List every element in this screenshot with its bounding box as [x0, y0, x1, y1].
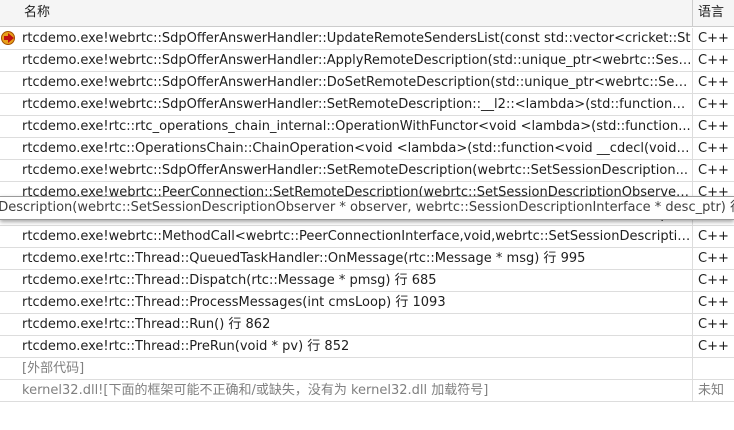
frame-gutter [0, 50, 18, 71]
frame-gutter [0, 226, 18, 247]
frame-language: C++ [692, 160, 734, 181]
frame-name: rtcdemo.exe!rtc::Thread::QueuedTaskHandl… [22, 251, 586, 266]
frame-language: C++ [692, 138, 734, 159]
frame-name: [外部代码] [22, 361, 85, 376]
stack-frame-row[interactable]: rtcdemo.exe!rtc::Thread::QueuedTaskHandl… [0, 248, 734, 270]
stack-frame-row[interactable]: rtcdemo.exe!rtc::Thread::Dispatch(rtc::M… [0, 270, 734, 292]
frame-language: C++ [692, 94, 734, 115]
frame-name: rtcdemo.exe!webrtc::SdpOfferAnswerHandle… [22, 75, 692, 90]
frame-language: C++ [692, 336, 734, 357]
stack-frame-row[interactable]: rtcdemo.exe!webrtc::SdpOfferAnswerHandle… [0, 160, 734, 182]
frame-gutter [0, 94, 18, 115]
column-header-language[interactable]: 语言 [692, 0, 734, 26]
frame-name: rtcdemo.exe!rtc::Thread::Dispatch(rtc::M… [22, 273, 437, 288]
frame-tooltip: eDescription(webrtc::SetSessionDescripti… [0, 196, 734, 220]
frame-language [692, 358, 734, 379]
stack-frame-row[interactable]: rtcdemo.exe!rtc::Thread::PreRun(void * p… [0, 336, 734, 358]
stack-frame-row[interactable]: rtcdemo.exe!webrtc::MethodCall<webrtc::P… [0, 226, 734, 248]
stack-frame-row[interactable]: rtcdemo.exe!rtc::OperationsChain::ChainO… [0, 138, 734, 160]
frame-language: C++ [692, 314, 734, 335]
frame-name: rtcdemo.exe!rtc::Thread::PreRun(void * p… [22, 339, 350, 354]
frame-gutter [0, 358, 18, 379]
frame-name: rtcdemo.exe!webrtc::SdpOfferAnswerHandle… [22, 53, 692, 68]
frame-name: kernel32.dll![下面的框架可能不正确和/或缺失，没有为 kernel… [22, 383, 489, 398]
external-frame-row[interactable]: kernel32.dll![下面的框架可能不正确和/或缺失，没有为 kernel… [0, 380, 734, 402]
frame-name: rtcdemo.exe!rtc::Thread::ProcessMessages… [22, 295, 446, 310]
current-frame-arrow-icon [1, 31, 15, 45]
frame-gutter [0, 28, 18, 49]
frame-gutter [0, 380, 18, 401]
stack-frame-row[interactable]: rtcdemo.exe!webrtc::SdpOfferAnswerHandle… [0, 94, 734, 116]
frame-language: C++ [692, 28, 734, 49]
frame-name: rtcdemo.exe!webrtc::SdpOfferAnswerHandle… [22, 97, 692, 112]
frame-name: rtcdemo.exe!rtc::Thread::Run() 行 862 [22, 317, 271, 332]
external-frame-row[interactable]: [外部代码] [0, 358, 734, 380]
frame-name: rtcdemo.exe!webrtc::MethodCall<webrtc::P… [22, 229, 692, 244]
frame-name: rtcdemo.exe!webrtc::SdpOfferAnswerHandle… [22, 163, 688, 178]
frame-gutter [0, 138, 18, 159]
stack-frame-row[interactable]: rtcdemo.exe!rtc::Thread::Run() 行 862 C++ [0, 314, 734, 336]
frame-language: C++ [692, 116, 734, 137]
stack-frame-row[interactable]: rtcdemo.exe!webrtc::SdpOfferAnswerHandle… [0, 72, 734, 94]
frame-gutter [0, 160, 18, 181]
frame-tooltip-text: eDescription(webrtc::SetSessionDescripti… [0, 200, 734, 215]
frame-language: C++ [692, 50, 734, 71]
frame-gutter [0, 314, 18, 335]
frame-name: rtcdemo.exe!rtc::OperationsChain::ChainO… [22, 141, 692, 156]
frame-language: C++ [692, 226, 734, 247]
frame-language: C++ [692, 292, 734, 313]
call-stack-header: 名称 语言 [0, 0, 734, 27]
frame-language: C++ [692, 248, 734, 269]
column-header-name[interactable]: 名称 [0, 0, 692, 26]
stack-frame-row[interactable]: rtcdemo.exe!rtc::rtc_operations_chain_in… [0, 116, 734, 138]
frame-gutter [0, 292, 18, 313]
frame-language: 未知 [692, 380, 734, 401]
frame-gutter [0, 72, 18, 93]
frame-gutter [0, 116, 18, 137]
frame-name: rtcdemo.exe!webrtc::SdpOfferAnswerHandle… [22, 31, 691, 46]
frame-gutter [0, 248, 18, 269]
frame-language: C++ [692, 72, 734, 93]
frame-gutter [0, 270, 18, 291]
frame-gutter [0, 336, 18, 357]
stack-frame-row[interactable]: rtcdemo.exe!webrtc::SdpOfferAnswerHandle… [0, 28, 734, 50]
stack-frame-row[interactable]: rtcdemo.exe!rtc::Thread::ProcessMessages… [0, 292, 734, 314]
frame-name: rtcdemo.exe!rtc::rtc_operations_chain_in… [22, 119, 691, 134]
frame-language: C++ [692, 270, 734, 291]
stack-frame-row[interactable]: rtcdemo.exe!webrtc::SdpOfferAnswerHandle… [0, 50, 734, 72]
